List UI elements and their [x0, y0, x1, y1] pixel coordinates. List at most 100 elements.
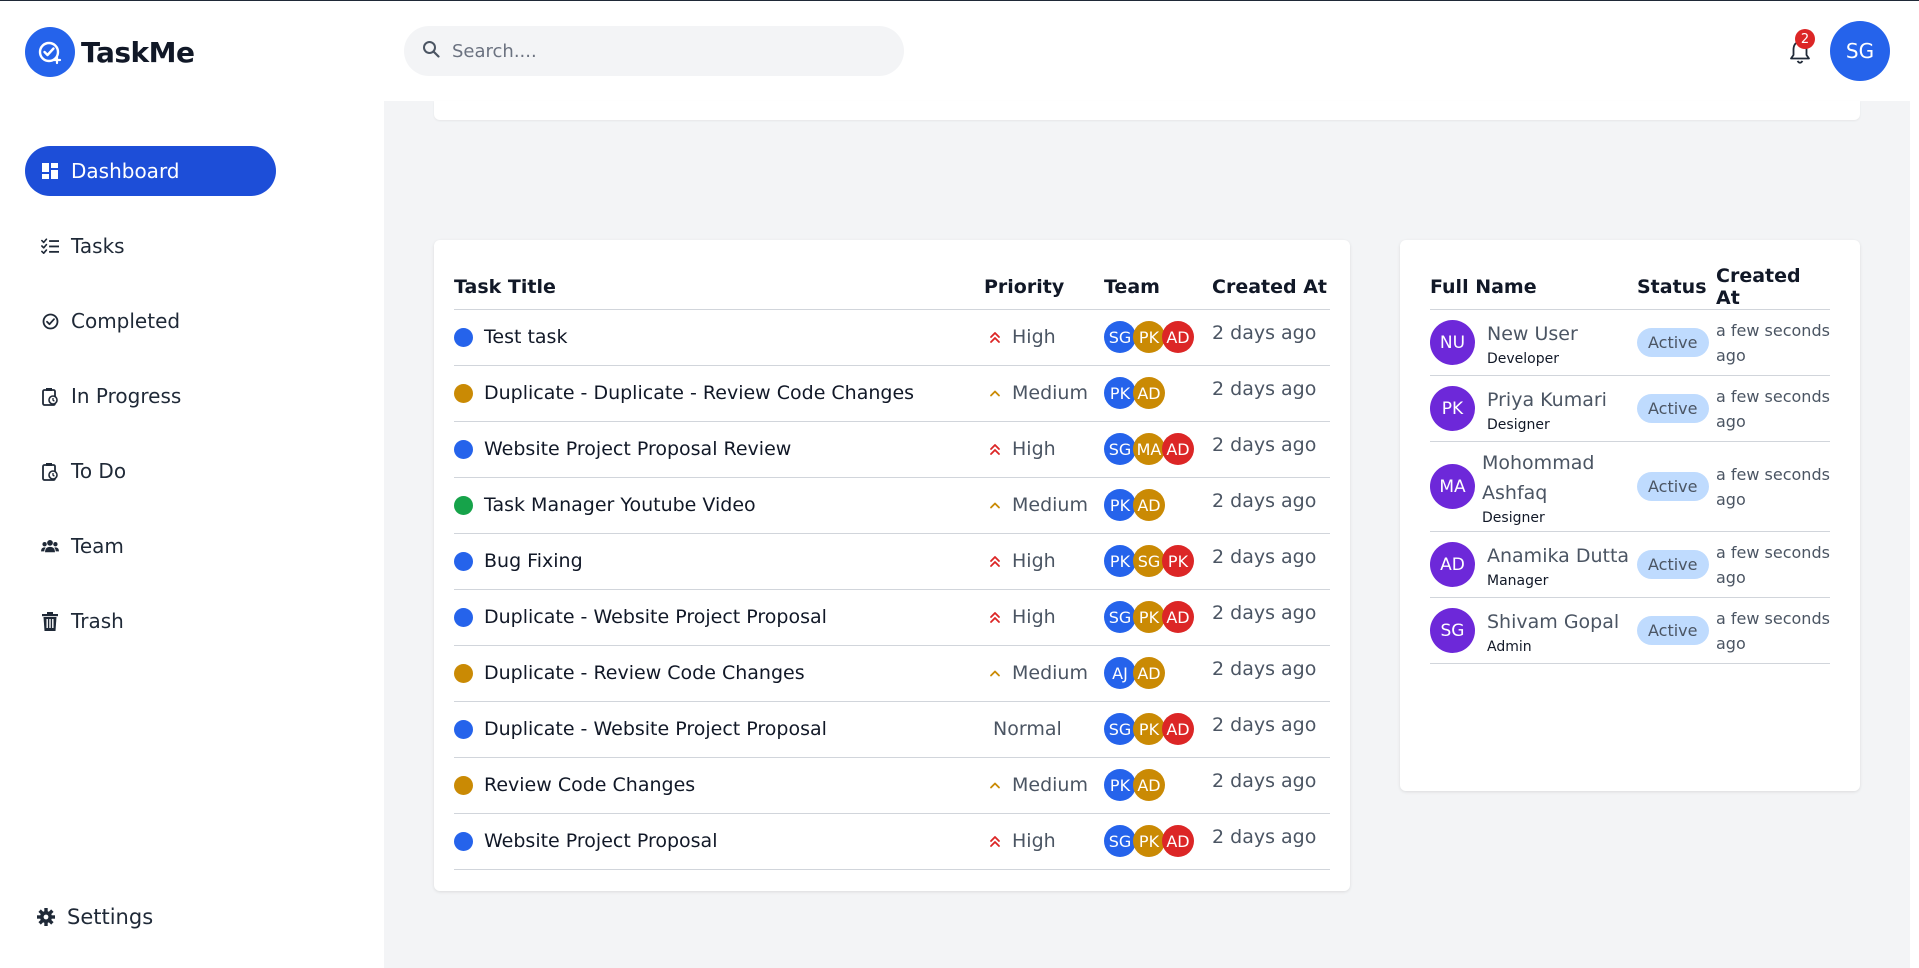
gear-icon	[37, 908, 55, 926]
team-member-avatar[interactable]: SG	[1104, 713, 1136, 745]
task-created-at: 2 days ago	[1212, 378, 1317, 400]
task-title[interactable]: Duplicate - Website Project Proposal	[484, 718, 827, 740]
in-progress-icon	[41, 387, 59, 406]
user-created-line-1: a few seconds	[1716, 608, 1830, 628]
team-member-avatar[interactable]: AD	[1133, 377, 1165, 409]
sidebar-item-label: Completed	[71, 309, 181, 333]
sidebar-item-in-progress[interactable]: In Progress	[25, 371, 276, 421]
user-created-line-2: ago	[1716, 567, 1746, 587]
task-row[interactable]: Duplicate - Website Project Proposal High…	[454, 589, 1330, 646]
task-title[interactable]: Website Project Proposal Review	[484, 438, 791, 460]
team-member-avatar[interactable]: AD	[1162, 601, 1194, 633]
team-member-avatar[interactable]: PK	[1104, 545, 1136, 577]
search-bar[interactable]	[404, 26, 904, 76]
task-stage-dot	[454, 607, 473, 627]
team-member-avatar[interactable]: AD	[1162, 433, 1194, 465]
team-member-avatar[interactable]: SG	[1104, 433, 1136, 465]
sidebar: TaskMe Dashboard Tasks Completed In Prog…	[0, 1, 384, 968]
team-member-avatar[interactable]: SG	[1104, 601, 1136, 633]
user-row[interactable]: PK Priya Kumari Designer Active a few second…	[1430, 375, 1830, 442]
team-member-avatar[interactable]: SG	[1104, 321, 1136, 353]
task-row[interactable]: Duplicate - Website Project Proposal Norm…	[454, 701, 1330, 758]
team-member-avatar[interactable]: PK	[1133, 321, 1165, 353]
task-title[interactable]: Review Code Changes	[484, 774, 695, 796]
team-member-avatar[interactable]: MA	[1133, 433, 1165, 465]
settings-button[interactable]: Settings	[37, 905, 153, 929]
team-member-avatar[interactable]: AD	[1162, 825, 1194, 857]
user-name-line-2: Ashfaq	[1482, 481, 1548, 504]
team-member-avatar[interactable]: SG	[1133, 545, 1165, 577]
priority-medium-icon	[988, 386, 1002, 400]
user-row[interactable]: NU New User Developer Active a few seconds ag…	[1430, 309, 1830, 376]
user-created-line-1: a few seconds	[1716, 386, 1830, 406]
team-member-avatar[interactable]: AD	[1133, 489, 1165, 521]
team-member-avatar[interactable]: PK	[1133, 825, 1165, 857]
users-table-header: Full Name Status Created At	[1430, 265, 1830, 310]
sidebar-item-tasks[interactable]: Tasks	[25, 221, 276, 271]
priority-medium: Medium	[984, 382, 1104, 404]
priority-label: High	[1012, 438, 1056, 460]
user-avatar-button[interactable]: SG	[1830, 21, 1890, 81]
tasks-icon	[41, 237, 59, 255]
priority-label: Medium	[1012, 494, 1088, 516]
team-member-avatar[interactable]: AD	[1133, 769, 1165, 801]
header-status: Status	[1637, 265, 1716, 310]
team-member-avatar[interactable]: AD	[1162, 321, 1194, 353]
task-row[interactable]: Review Code Changes Medium PK AD 2 days ago	[454, 757, 1330, 814]
task-row[interactable]: Task Manager Youtube Video Medium PK AD 2 da…	[454, 477, 1330, 534]
settings-label: Settings	[67, 905, 154, 929]
team-member-avatar[interactable]: AD	[1133, 657, 1165, 689]
user-created-at: a few seconds ago	[1716, 606, 1830, 656]
team-member-avatar[interactable]: AJ	[1104, 657, 1136, 689]
dashboard-icon	[41, 162, 59, 180]
user-row[interactable]: AD Anamika Dutta Manager Active a few second…	[1430, 531, 1830, 598]
sidebar-item-team[interactable]: Team	[25, 521, 276, 571]
user-avatar: MA	[1430, 464, 1475, 509]
scrollbar-track[interactable]	[1910, 1, 1919, 968]
task-team: SG MA AD	[1104, 433, 1212, 465]
task-row[interactable]: Duplicate - Review Code Changes Medium AJ A…	[454, 645, 1330, 702]
team-member-avatar[interactable]: AD	[1162, 713, 1194, 745]
sidebar-item-label: Team	[71, 534, 124, 558]
team-member-avatar[interactable]: SG	[1104, 825, 1136, 857]
app-logo[interactable]: TaskMe	[25, 27, 195, 77]
user-full-name: Shivam Gopal	[1487, 610, 1620, 633]
user-row[interactable]: SG Shivam Gopal Admin Active a few seconds ag…	[1430, 597, 1830, 664]
users-table: Full Name Status Created At NU New User De…	[1430, 265, 1830, 664]
sidebar-item-trash[interactable]: Trash	[25, 596, 276, 646]
task-row[interactable]: Bug Fixing High PK SG PK 2 days ago	[454, 533, 1330, 590]
task-team: PK AD	[1104, 377, 1212, 409]
team-member-avatar[interactable]: PK	[1104, 377, 1136, 409]
task-row[interactable]: Website Project Proposal High SG PK AD 2 days…	[454, 813, 1330, 870]
priority-high: High	[984, 830, 1104, 852]
team-member-avatar[interactable]: PK	[1133, 713, 1165, 745]
task-row[interactable]: Website Project Proposal Review High SG MA A…	[454, 421, 1330, 478]
sidebar-item-completed[interactable]: Completed	[25, 296, 276, 346]
priority-normal: Normal	[984, 718, 1104, 740]
task-row[interactable]: Test task High SG PK AD 2 days ago	[454, 309, 1330, 366]
task-created-at: 2 days ago	[1212, 546, 1317, 568]
task-title[interactable]: Duplicate - Website Project Proposal	[484, 606, 827, 628]
task-title[interactable]: Task Manager Youtube Video	[484, 494, 756, 516]
task-title[interactable]: Website Project Proposal	[484, 830, 717, 852]
user-role: Designer	[1487, 416, 1550, 433]
priority-high-icon	[988, 834, 1002, 848]
team-member-avatar[interactable]: PK	[1162, 545, 1194, 577]
user-row[interactable]: MA Mohommad Ashfaq Designer Active a few seco…	[1430, 441, 1830, 532]
team-member-avatar[interactable]: PK	[1104, 489, 1136, 521]
task-title[interactable]: Duplicate - Review Code Changes	[484, 662, 805, 684]
priority-high: High	[984, 326, 1104, 348]
sidebar-item-to-do[interactable]: To Do	[25, 446, 276, 496]
search-input[interactable]	[452, 40, 872, 62]
sidebar-item-dashboard[interactable]: Dashboard	[25, 146, 276, 196]
stats-panel-bottom-edge	[434, 101, 1860, 120]
priority-label: High	[1012, 830, 1056, 852]
team-member-avatar[interactable]: PK	[1104, 769, 1136, 801]
user-full-name: New User	[1487, 322, 1578, 345]
task-title[interactable]: Bug Fixing	[484, 550, 583, 572]
team-member-avatar[interactable]: PK	[1133, 601, 1165, 633]
task-title[interactable]: Test task	[484, 326, 567, 348]
task-title[interactable]: Duplicate - Duplicate - Review Code Chan…	[484, 382, 914, 404]
priority-label: Medium	[1012, 774, 1088, 796]
task-row[interactable]: Duplicate - Duplicate - Review Code Chan…	[454, 365, 1330, 422]
